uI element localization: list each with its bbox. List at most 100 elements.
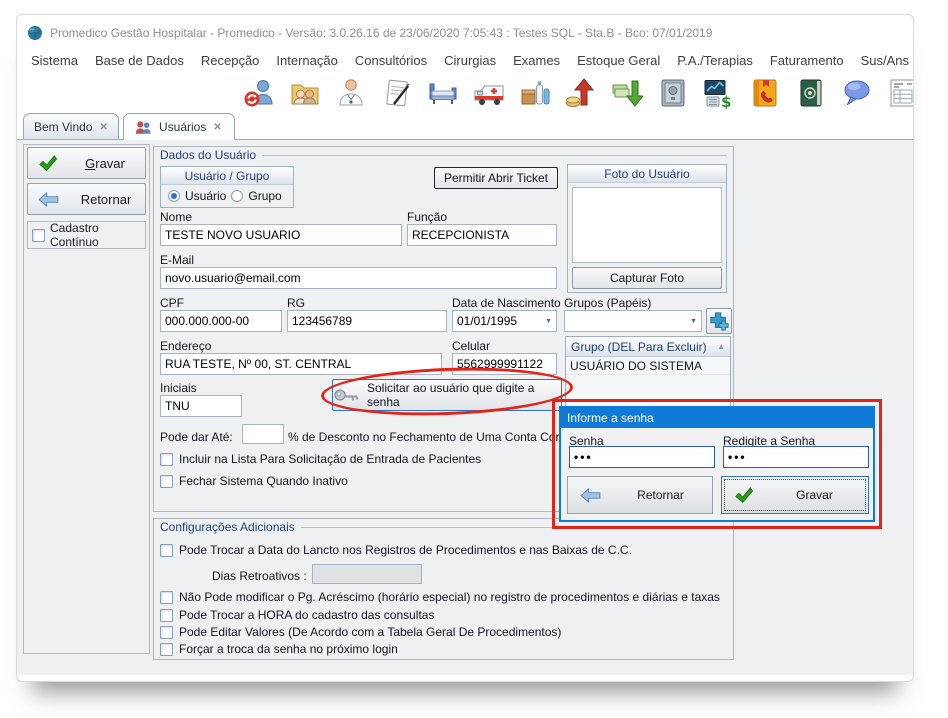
dias-retroativos-field	[312, 564, 422, 584]
money-up-icon[interactable]	[563, 76, 599, 110]
window-title: Promedico Gestão Hospitalar - Promedico …	[50, 26, 712, 40]
chevron-down-icon[interactable]: ▼	[690, 318, 697, 325]
discount-field[interactable]	[242, 424, 284, 444]
capture-photo-button[interactable]: Capturar Foto	[572, 267, 722, 289]
nome-field[interactable]: TESTE NOVO USUARIO	[160, 224, 402, 246]
menu-item-faturamento[interactable]: Faturamento	[770, 53, 844, 68]
email-label: E-Mail	[160, 253, 194, 267]
radio-grupo-label: Grupo	[248, 189, 281, 203]
dialog-save-label: Gravar	[761, 488, 868, 502]
additional-settings-group: Configurações Adicionais Pode Trocar a D…	[153, 518, 734, 660]
email-field[interactable]: novo.usuario@email.com	[160, 267, 557, 289]
close-icon[interactable]: ✕	[213, 122, 221, 133]
groups-combo[interactable]: ▼	[564, 310, 702, 332]
money-down-icon[interactable]	[609, 76, 645, 110]
menu-item-sus-ans[interactable]: Sus/Ans	[861, 53, 909, 68]
tab-label: Usuários	[159, 120, 206, 134]
checkbox-label: Não Pode modificar o Pg. Acréscimo (horá…	[179, 590, 720, 604]
can-change-hour-checkbox[interactable]: Pode Trocar a HORA do cadastro das consu…	[160, 608, 434, 622]
return-button[interactable]: Retornar	[27, 183, 146, 215]
menu-item-consultorios[interactable]: Consultórios	[355, 53, 427, 68]
arrow-left-icon	[580, 488, 601, 503]
checkbox-icon[interactable]	[32, 229, 45, 242]
sidebar: Gravar Retornar Cadastro Contínuo	[23, 144, 150, 654]
page-background: Promedico Gestão Hospitalar - Promedico …	[0, 0, 948, 718]
checkbox-label: Pode Trocar a HORA do cadastro das consu…	[179, 608, 434, 622]
cpf-field[interactable]: 000.000.000-00	[160, 310, 282, 332]
endereco-label: Endereço	[160, 339, 211, 353]
save-button-label: Gravar	[65, 156, 145, 171]
menu-item-exames[interactable]: Exames	[513, 53, 560, 68]
iniciais-field[interactable]: TNU	[160, 395, 242, 417]
checkbox-icon[interactable]	[160, 475, 173, 488]
tab-usuarios[interactable]: Usuários ✕	[123, 113, 235, 140]
senha-field[interactable]: •••	[569, 446, 715, 468]
groups-list-header[interactable]: Grupo (DEL Para Excluir) ▲	[566, 337, 730, 357]
celular-field[interactable]: 5562999991122	[452, 353, 557, 375]
prescription-icon[interactable]	[379, 76, 415, 110]
patients-folder-icon[interactable]	[287, 76, 323, 110]
allow-ticket-button[interactable]: Permitir Abrir Ticket	[434, 167, 558, 189]
include-entry-list-checkbox[interactable]: Incluir na Lista Para Solicitação de Ent…	[160, 452, 481, 466]
checkbox-label: Pode Editar Valores (De Acordo com a Tab…	[179, 625, 561, 639]
hospital-bed-icon[interactable]	[425, 76, 461, 110]
add-group-button[interactable]	[706, 308, 732, 334]
force-password-change-checkbox[interactable]: Forçar a troca da senha no próximo login	[160, 642, 398, 656]
dialog-save-button[interactable]: Gravar	[721, 476, 869, 514]
checkbox-icon[interactable]	[160, 626, 173, 639]
redigite-field[interactable]: •••	[723, 446, 869, 468]
close-icon[interactable]: ✕	[99, 122, 107, 133]
dialog-return-button[interactable]: Retornar	[567, 476, 713, 514]
tab-bar: Bem Vindo ✕ Usuários ✕	[17, 113, 913, 140]
radio-grupo[interactable]	[231, 190, 243, 202]
report-icon[interactable]	[885, 76, 913, 110]
menu-item-recepcao[interactable]: Recepção	[201, 53, 260, 68]
celular-label: Celular	[452, 339, 490, 353]
can-edit-values-checkbox[interactable]: Pode Editar Valores (De Acordo com a Tab…	[160, 625, 561, 639]
menu-item-sistema[interactable]: Sistema	[31, 53, 78, 68]
chevron-down-icon[interactable]: ▼	[545, 318, 552, 325]
capture-photo-label: Capturar Foto	[610, 271, 684, 285]
user-photo-box: Foto do Usuário Capturar Foto	[567, 164, 727, 293]
can-change-date-checkbox[interactable]: Pode Trocar a Data do Lancto nos Registr…	[160, 543, 632, 557]
birthdate-label: Data de Nascimento	[452, 296, 561, 310]
phonebook-icon[interactable]	[747, 76, 783, 110]
chat-icon[interactable]	[839, 76, 875, 110]
request-password-button[interactable]: Solicitar ao usuário que digite a senha	[332, 379, 562, 411]
save-button[interactable]: Gravar	[27, 147, 146, 179]
checkbox-icon[interactable]	[160, 591, 173, 604]
safe-icon[interactable]	[655, 76, 691, 110]
checkbox-icon[interactable]	[160, 544, 173, 557]
funcao-label: Função	[407, 210, 447, 224]
rg-field[interactable]: 123456789	[287, 310, 447, 332]
menu-item-estoque-geral[interactable]: Estoque Geral	[577, 53, 660, 68]
radio-usuario[interactable]	[168, 190, 180, 202]
group-title: Configurações Adicionais	[160, 520, 295, 534]
user-group-box: Usuário / Grupo Usuário Grupo	[160, 166, 294, 208]
funcao-field[interactable]: RECEPCIONISTA	[407, 224, 557, 246]
continuous-registration-checkbox[interactable]: Cadastro Contínuo	[27, 221, 146, 249]
menu-item-base-de-dados[interactable]: Base de Dados	[95, 53, 184, 68]
birthdate-combo[interactable]: 01/01/1995 ▼	[452, 310, 557, 332]
doctor-icon[interactable]	[333, 76, 369, 110]
ambulance-icon[interactable]	[471, 76, 507, 110]
svg-text:$: $	[721, 93, 731, 109]
endereco-field[interactable]: RUA TESTE, Nº 00, ST. CENTRAL	[160, 353, 442, 375]
checkbox-icon[interactable]	[160, 609, 173, 622]
title-bar: Promedico Gestão Hospitalar - Promedico …	[17, 21, 913, 45]
no-modify-surcharge-checkbox[interactable]: Não Pode modificar o Pg. Acréscimo (horá…	[160, 590, 720, 604]
menu-item-pa-terapias[interactable]: P.A./Terapias	[677, 53, 753, 68]
close-when-idle-checkbox[interactable]: Fechar Sistema Quando Inativo	[160, 474, 348, 488]
sort-asc-icon: ▲	[717, 342, 725, 351]
checkbox-icon[interactable]	[160, 453, 173, 466]
menu-item-internacao[interactable]: Internação	[276, 53, 337, 68]
stock-icon[interactable]	[517, 76, 553, 110]
book-icon[interactable]	[793, 76, 829, 110]
list-item[interactable]: USUÁRIO DO SISTEMA	[566, 357, 730, 375]
finance-icon[interactable]: $	[701, 76, 737, 110]
menu-item-cirurgias[interactable]: Cirurgias	[444, 53, 496, 68]
checkbox-icon[interactable]	[160, 643, 173, 656]
user-sync-icon[interactable]	[241, 76, 277, 110]
tab-bem-vindo[interactable]: Bem Vindo ✕	[23, 113, 119, 140]
allow-ticket-label: Permitir Abrir Ticket	[444, 171, 548, 185]
